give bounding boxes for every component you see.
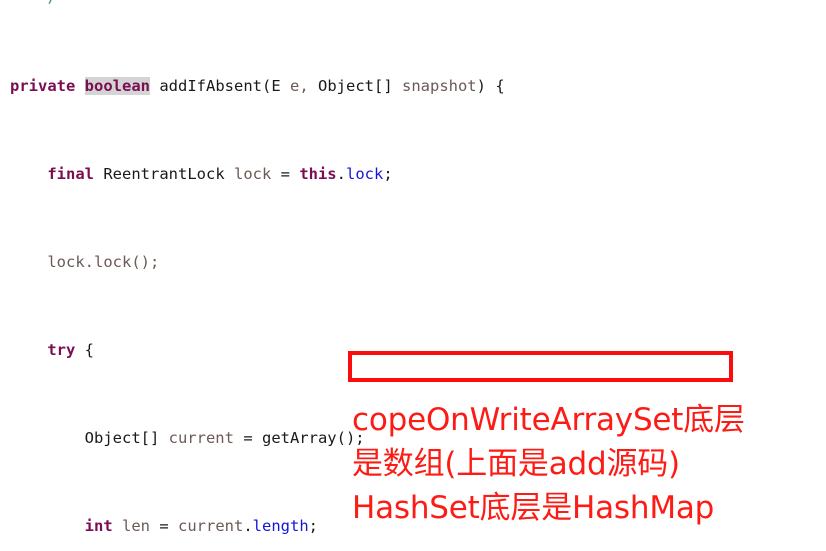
obj-current-6: current (178, 517, 244, 535)
method-name-addifabsent: addIfAbsent( (150, 77, 272, 95)
kw-int-6: int (84, 517, 113, 535)
code-line-2[interactable]: final ReentrantLock lock = this.lock; (0, 163, 826, 185)
indent-4 (10, 341, 47, 359)
field-length-6: length (252, 517, 309, 535)
indent-2 (10, 165, 47, 183)
screenshot-root: */ private boolean addIfAbsent(E e, Obje… (0, 0, 826, 551)
annotation-line-2: 是数组(上面是add源码) (352, 446, 680, 482)
code-line-3[interactable]: lock.lock(); (0, 251, 826, 273)
space-1 (75, 77, 84, 95)
assign-5: = (243, 429, 262, 447)
line4-tail: { (75, 341, 94, 359)
dot-6: . (243, 517, 253, 535)
field-lock: lock (345, 165, 384, 183)
type-e: E (271, 77, 281, 95)
line1-tail: ) { (476, 77, 505, 95)
assign-2: = (271, 165, 300, 183)
kw-private: private (10, 77, 76, 95)
code-line-4[interactable]: try { (0, 339, 826, 361)
red-annotation-note: copeOnWriteArraySet底层 是数组(上面是add源码) Hash… (352, 398, 826, 530)
kw-boolean: boolean (84, 77, 150, 95)
var-current: current (159, 429, 244, 447)
assign-6: = (159, 517, 178, 535)
indent-5 (10, 429, 85, 447)
annotation-line-1: copeOnWriteArraySet底层 (352, 402, 745, 438)
type-object-array: Object[] (318, 77, 393, 95)
kw-this: this (299, 165, 337, 183)
param-e: e, (280, 77, 318, 95)
annotation-line-3: HashSet底层是HashMap (352, 490, 715, 526)
var-len: len (112, 517, 160, 535)
line6-tail: ; (308, 517, 319, 535)
stmt-lock-lock: lock.lock(); (47, 253, 160, 271)
var-lock: lock (233, 165, 272, 183)
indent-6 (10, 517, 85, 535)
line2-tail: ; (383, 165, 393, 183)
indent-3 (10, 253, 47, 271)
param-snapshot: snapshot (392, 77, 477, 95)
type-reentrantlock: ReentrantLock (94, 165, 234, 183)
call-getarray: getArray (261, 429, 337, 447)
type-object-array-5: Object[] (84, 429, 160, 447)
dot-2: . (336, 165, 346, 183)
kw-try: try (47, 341, 76, 359)
code-line-1[interactable]: private boolean addIfAbsent(E e, Object[… (0, 75, 826, 97)
kw-final: final (47, 165, 94, 183)
